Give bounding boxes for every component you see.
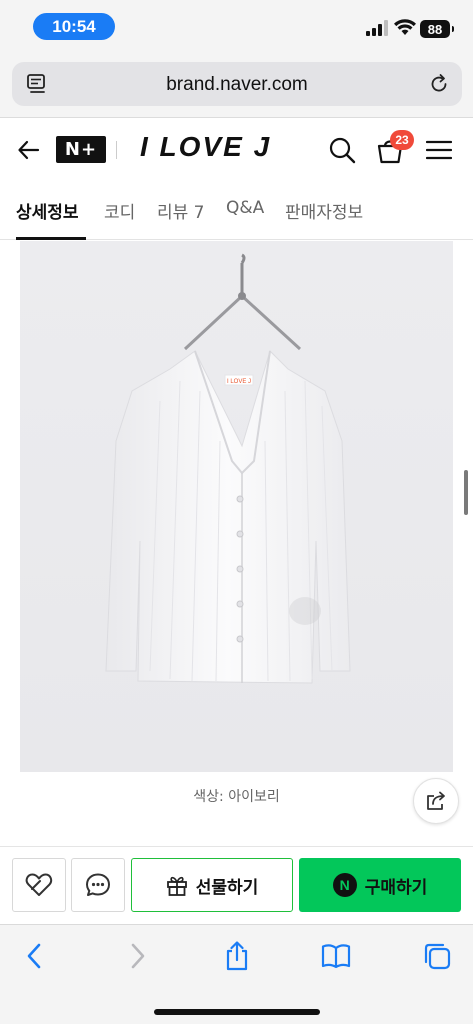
status-time: 10:54 <box>33 13 115 40</box>
gift-icon <box>166 876 187 896</box>
gift-button[interactable]: 선물하기 <box>131 858 293 912</box>
tab-coordi[interactable]: 코디 <box>104 198 135 223</box>
nplus-logo[interactable]: N+ <box>56 136 106 163</box>
safari-forward-icon[interactable] <box>122 941 152 971</box>
safari-share-icon[interactable] <box>222 941 252 971</box>
search-icon[interactable] <box>328 136 356 164</box>
battery-indicator: 88 <box>420 20 454 38</box>
bookmarks-icon[interactable] <box>321 941 351 971</box>
header-divider <box>116 141 117 159</box>
buy-button-label: 구매하기 <box>364 877 428 898</box>
chat-icon <box>86 873 110 896</box>
tab-qna[interactable]: Q&A <box>226 198 264 218</box>
reload-icon[interactable] <box>428 73 450 95</box>
tab-details[interactable]: 상세정보 <box>16 198 79 223</box>
product-image[interactable]: I LOVE J <box>20 241 453 772</box>
heart-icon <box>25 873 53 896</box>
tab-reviews[interactable]: 리뷰 7 <box>157 198 205 223</box>
back-arrow-icon[interactable] <box>16 137 42 163</box>
site-header: N+ I LOVE J <box>0 119 473 181</box>
active-tab-underline <box>16 237 86 240</box>
cardigan-illustration: I LOVE J <box>105 253 351 684</box>
cart-count-badge: 23 <box>390 130 414 150</box>
browser-address-area: brand.naver.com <box>0 52 473 118</box>
safari-back-icon[interactable] <box>20 941 50 971</box>
share-button[interactable] <box>413 778 459 824</box>
menu-icon[interactable] <box>426 139 452 161</box>
garment-tag-text: I LOVE J <box>227 379 251 385</box>
brand-title[interactable]: I LOVE J <box>140 131 271 163</box>
product-tabs: 상세정보 코디 리뷰 7 Q&A 판매자정보 <box>0 181 473 240</box>
tab-seller-info[interactable]: 판매자정보 <box>285 198 363 223</box>
gift-button-label: 선물하기 <box>195 877 259 898</box>
tabs-icon[interactable] <box>422 941 452 971</box>
url-text[interactable]: brand.naver.com <box>12 74 462 96</box>
status-bar: 10:54 88 <box>0 0 473 52</box>
cellular-signal-icon <box>366 20 388 36</box>
scroll-indicator[interactable] <box>464 470 468 515</box>
share-icon <box>427 791 445 810</box>
wishlist-button[interactable] <box>12 858 66 912</box>
buy-button[interactable]: N 구매하기 <box>299 858 461 912</box>
wifi-icon <box>394 19 416 35</box>
naver-n-icon: N <box>332 873 357 897</box>
purchase-action-bar: 선물하기 N 구매하기 <box>0 846 473 924</box>
product-color-caption: 색상: 아이보리 <box>193 789 280 805</box>
address-bar[interactable]: brand.naver.com <box>12 62 462 106</box>
inquiry-chat-button[interactable] <box>71 858 125 912</box>
home-indicator <box>154 1009 320 1015</box>
